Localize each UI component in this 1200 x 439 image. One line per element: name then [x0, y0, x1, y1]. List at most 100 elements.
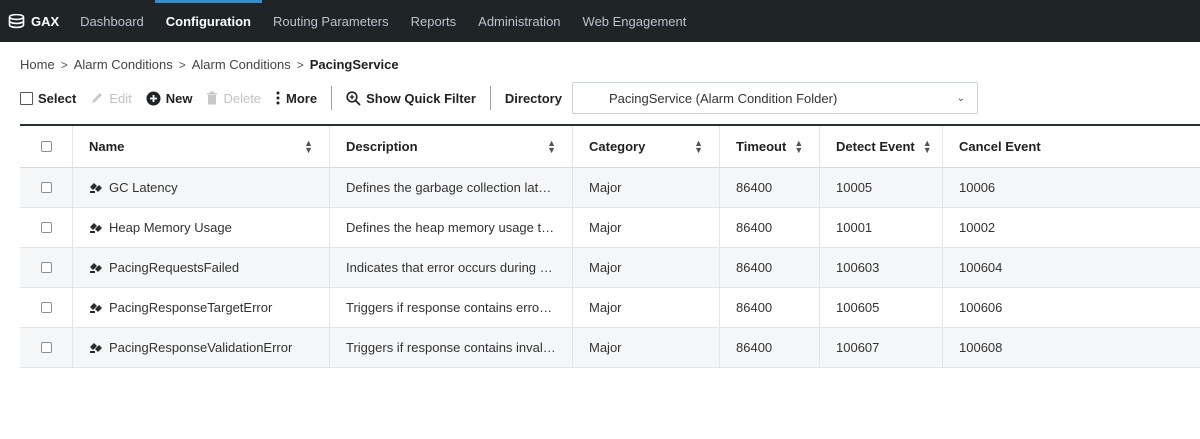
zoom-in-icon: [346, 90, 361, 106]
checkbox-icon: [20, 91, 33, 105]
table-row[interactable]: PacingResponseTargetError Triggers if re…: [20, 288, 1200, 328]
select-label: Select: [38, 90, 77, 106]
sort-arrows-icon[interactable]: ▲ ▼: [547, 138, 556, 154]
table-header-row: Name ▲ ▼ Description ▲ ▼ Category ▲ ▼ Timeout ▲…: [20, 126, 1200, 168]
alarm-condition-icon: [89, 341, 103, 354]
breadcrumb-alarm-conditions-folder[interactable]: Alarm Conditions: [192, 57, 291, 72]
column-header-name[interactable]: Name ▲ ▼: [73, 126, 330, 167]
edit-button[interactable]: Edit: [90, 90, 132, 106]
cell-cancel-event: 100606: [959, 300, 1003, 315]
directory-value: PacingService (Alarm Condition Folder): [608, 90, 838, 106]
column-header-description[interactable]: Description ▲ ▼: [330, 126, 573, 167]
row-checkbox[interactable]: [40, 342, 52, 353]
brand-logo[interactable]: GAX: [0, 0, 69, 42]
nav-item-web-engagement[interactable]: Web Engagement: [572, 0, 698, 42]
cell-category: Major: [573, 328, 720, 367]
nav-item-reports[interactable]: Reports: [400, 0, 468, 42]
nav-item-administration[interactable]: Administration: [467, 0, 571, 42]
cell-name: GC Latency: [73, 168, 330, 207]
row-checkbox-cell[interactable]: [20, 328, 73, 367]
database-stack-icon: [8, 13, 25, 28]
directory-select[interactable]: PacingService (Alarm Condition Folder) ⌄: [571, 82, 978, 114]
cell-description: Triggers if response contains error o...: [330, 288, 573, 327]
table-row[interactable]: Heap Memory Usage Defines the heap memor…: [20, 208, 1200, 248]
vertical-dots-icon: [275, 91, 281, 105]
sort-arrows-icon[interactable]: ▲ ▼: [694, 138, 703, 154]
nav-item-dashboard[interactable]: Dashboard: [69, 0, 155, 42]
breadcrumb-current: PacingService: [309, 57, 399, 72]
alarm-conditions-table: Name ▲ ▼ Description ▲ ▼ Category ▲ ▼ Timeout ▲…: [20, 124, 1200, 368]
chevron-down-icon: ⌄: [956, 92, 965, 104]
breadcrumb-home[interactable]: Home: [20, 57, 55, 72]
sort-arrows-icon[interactable]: ▲ ▼: [304, 138, 313, 154]
brand-label: GAX: [31, 13, 60, 29]
edit-label: Edit: [109, 90, 132, 106]
sort-arrows-icon[interactable]: ▲ ▼: [923, 138, 932, 154]
sort-arrows-icon[interactable]: ▲ ▼: [794, 138, 803, 154]
cell-cancel-event: 100604: [959, 260, 1003, 275]
row-checkbox[interactable]: [40, 182, 52, 193]
column-header-timeout[interactable]: Timeout ▲ ▼: [720, 126, 820, 167]
more-button[interactable]: More: [275, 91, 317, 106]
directory-label: Directory: [504, 90, 562, 106]
cell-cancel-event: 10002: [959, 220, 996, 235]
trash-icon: [206, 91, 218, 105]
quick-filter-label: Show Quick Filter: [366, 90, 476, 106]
cell-detect-event: 100607: [820, 328, 943, 367]
cell-name: Heap Memory Usage: [73, 208, 330, 247]
breadcrumb-separator: >: [178, 57, 186, 72]
breadcrumb-separator: >: [60, 57, 68, 72]
show-quick-filter-button[interactable]: Show Quick Filter: [346, 91, 476, 106]
row-checkbox-cell[interactable]: [20, 288, 73, 327]
breadcrumb-alarm-conditions[interactable]: Alarm Conditions: [74, 57, 173, 72]
nav-item-routing-parameters[interactable]: Routing Parameters: [262, 0, 400, 42]
cell-description: Triggers if response contains invalid ..…: [330, 328, 573, 367]
row-checkbox[interactable]: [40, 262, 52, 273]
cell-timeout: 86400: [720, 248, 820, 287]
toolbar-divider: [489, 86, 491, 110]
toolbar: Select Edit New Delete More Show Quick F…: [20, 82, 978, 114]
table-row[interactable]: PacingResponseValidationError Triggers i…: [20, 328, 1200, 368]
cell-detect-event: 100603: [820, 248, 943, 287]
cell-category: Major: [573, 168, 720, 207]
row-checkbox[interactable]: [40, 222, 52, 233]
table-row[interactable]: GC Latency Defines the garbage collectio…: [20, 168, 1200, 208]
column-header-detect-event[interactable]: Detect Event ▲ ▼: [820, 126, 943, 167]
cell-name: PacingResponseTargetError: [73, 288, 330, 327]
table-row[interactable]: PacingRequestsFailed Indicates that erro…: [20, 248, 1200, 288]
cell-category: Major: [573, 248, 720, 287]
cell-description: Defines the garbage collection latenc...: [330, 168, 573, 207]
delete-label: Delete: [223, 90, 262, 106]
cell-detect-event: 10005: [820, 168, 943, 207]
row-checkbox[interactable]: [40, 302, 52, 313]
new-label: New: [165, 90, 193, 106]
top-navigation-bar: GAX Dashboard Configuration Routing Para…: [0, 0, 1200, 42]
alarm-condition-icon: [89, 301, 103, 314]
cell-timeout: 86400: [720, 288, 820, 327]
delete-button[interactable]: Delete: [206, 91, 261, 106]
more-label: More: [286, 90, 318, 106]
row-checkbox-cell[interactable]: [20, 168, 73, 207]
column-header-category[interactable]: Category ▲ ▼: [573, 126, 720, 167]
pencil-icon: [90, 91, 104, 105]
row-checkbox-cell[interactable]: [20, 208, 73, 247]
column-header-cancel-event[interactable]: Cancel Event: [943, 126, 1200, 167]
select-all-checkbox[interactable]: [40, 141, 52, 152]
cell-cancel-event: 10006: [959, 180, 996, 195]
select-button[interactable]: Select: [20, 91, 76, 106]
cell-timeout: 86400: [720, 328, 820, 367]
header-select-all[interactable]: [20, 126, 73, 167]
alarm-condition-icon: [89, 261, 103, 274]
cell-description: Defines the heap memory usage thre...: [330, 208, 573, 247]
new-button[interactable]: New: [146, 90, 193, 106]
nav-item-configuration[interactable]: Configuration: [154, 0, 262, 42]
cell-detect-event: 10001: [820, 208, 943, 247]
cell-cancel-event: 100608: [959, 340, 1003, 355]
alarm-condition-icon: [89, 221, 103, 234]
cell-description: Indicates that error occurs during pa...: [330, 248, 573, 287]
cell-category: Major: [573, 288, 720, 327]
cell-timeout: 86400: [720, 168, 820, 207]
row-checkbox-cell[interactable]: [20, 248, 73, 287]
breadcrumb: Home > Alarm Conditions > Alarm Conditio…: [20, 57, 399, 72]
cell-category: Major: [573, 208, 720, 247]
